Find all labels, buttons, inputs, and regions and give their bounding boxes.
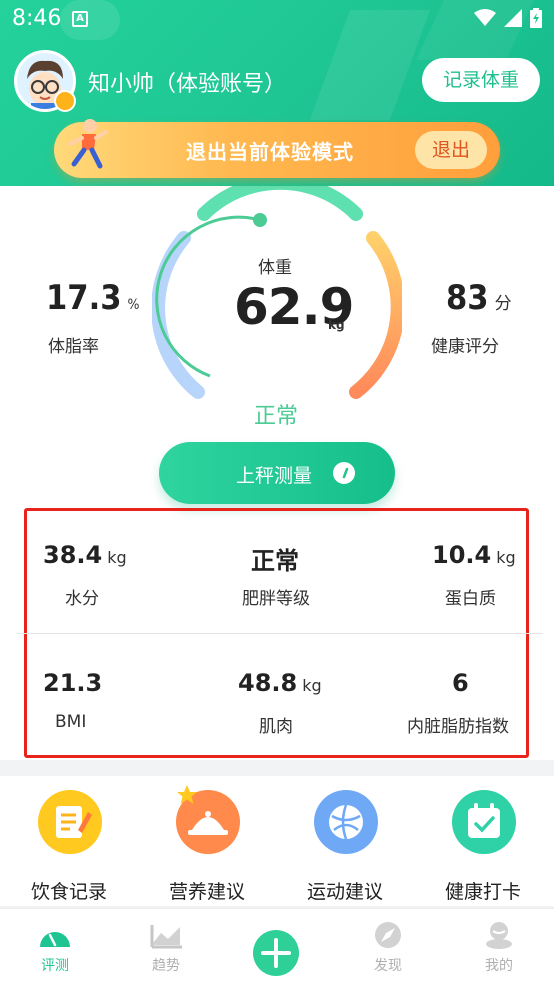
add-button[interactable]: [253, 930, 299, 976]
tab-mine-label: 我的: [485, 958, 513, 974]
trend-chart-icon: [150, 925, 182, 949]
water-value: 38.4 kg: [43, 541, 127, 569]
exercise-advice-label: 运动建议: [306, 881, 383, 903]
signal-icon: [504, 9, 522, 27]
compass-icon: [375, 922, 401, 948]
record-weight-button[interactable]: 记录体重: [422, 58, 540, 102]
checkin-icon: [452, 790, 516, 854]
scale-measure-label: 上秤测量: [236, 465, 313, 487]
diet-record-shortcut[interactable]: 饮食记录: [0, 790, 138, 903]
protein-value: 10.4 kg: [432, 541, 516, 569]
feature-shortcuts: 饮食记录 营养建议 运动建议 健康打卡: [0, 776, 554, 906]
summary-card: 17.3% 体脂率 体重 62.9 kg 83 分 健康评分 正常 上秤测量 38…: [0, 186, 554, 760]
protein-label: 蛋白质: [445, 589, 496, 609]
weight-unit: kg: [328, 318, 345, 332]
star-icon: [177, 785, 197, 804]
tab-discover[interactable]: 发现: [333, 909, 443, 984]
diet-record-icon: [38, 790, 102, 854]
nutrition-advice-shortcut[interactable]: 营养建议: [138, 785, 276, 903]
plus-icon: [261, 938, 291, 968]
health-score-value: 83 分: [446, 278, 512, 318]
status-icons: [474, 8, 542, 28]
user-badge-icon: [54, 90, 76, 112]
visceral-fat-value: 6: [452, 669, 469, 697]
body-metrics-panel: 38.4 kg 水分 正常 肥胖等级 10.4 kg 蛋白质 21.3 BMI 48…: [17, 508, 543, 758]
exit-button[interactable]: 退出: [415, 131, 487, 169]
nutrition-advice-label: 营养建议: [168, 881, 245, 903]
bmi-value: 21.3: [43, 669, 103, 697]
tab-trend-label: 趋势: [152, 958, 180, 974]
status-time: 8:46: [12, 6, 62, 31]
diet-record-label: 饮食记录: [30, 881, 107, 903]
muscle-label: 肌肉: [259, 717, 293, 737]
bottom-tab-bar: 评测 趋势 发现 我的: [0, 908, 554, 984]
tab-discover-label: 发现: [374, 958, 402, 974]
exit-experience-text: 退出当前体验模式: [186, 140, 354, 164]
runner-icon: [68, 119, 108, 169]
tab-evaluate[interactable]: 评测: [0, 909, 110, 984]
obesity-level-value: 正常: [251, 547, 299, 575]
bmi-label: BMI: [55, 712, 87, 732]
username: 知小帅（体验账号）: [88, 72, 287, 97]
weight-status: 正常: [254, 404, 299, 429]
visceral-fat-label: 内脏脂肪指数: [407, 717, 509, 737]
health-score-label: 健康评分: [431, 337, 499, 357]
body-fat-value: 17.3%: [46, 278, 140, 318]
tab-trend[interactable]: 趋势: [111, 909, 221, 984]
scale-measure-button[interactable]: 上秤测量: [159, 442, 395, 504]
muscle-value: 48.8 kg: [238, 669, 322, 697]
status-bar: 8:46 A: [0, 0, 554, 38]
weight-label: 体重: [258, 258, 292, 278]
battery-icon: [530, 8, 542, 28]
health-checkin-shortcut[interactable]: 健康打卡: [414, 790, 552, 903]
body-fat-label: 体脂率: [48, 337, 99, 357]
tab-mine[interactable]: 我的: [444, 909, 554, 984]
scale-gauge-icon: [333, 462, 355, 484]
wifi-icon: [474, 9, 496, 26]
app-notification-icon: A: [72, 11, 88, 27]
gauge-icon: [40, 932, 70, 947]
exercise-advice-shortcut[interactable]: 运动建议: [276, 790, 414, 903]
exit-experience-banner[interactable]: 退出当前体验模式 退出: [54, 119, 500, 178]
profile-icon: [486, 922, 512, 949]
tab-evaluate-label: 评测: [41, 958, 69, 974]
metrics-divider: [17, 633, 543, 634]
health-checkin-label: 健康打卡: [444, 881, 521, 903]
obesity-level-label: 肥胖等级: [242, 589, 310, 609]
water-label: 水分: [65, 589, 99, 609]
exercise-icon: [314, 790, 378, 854]
